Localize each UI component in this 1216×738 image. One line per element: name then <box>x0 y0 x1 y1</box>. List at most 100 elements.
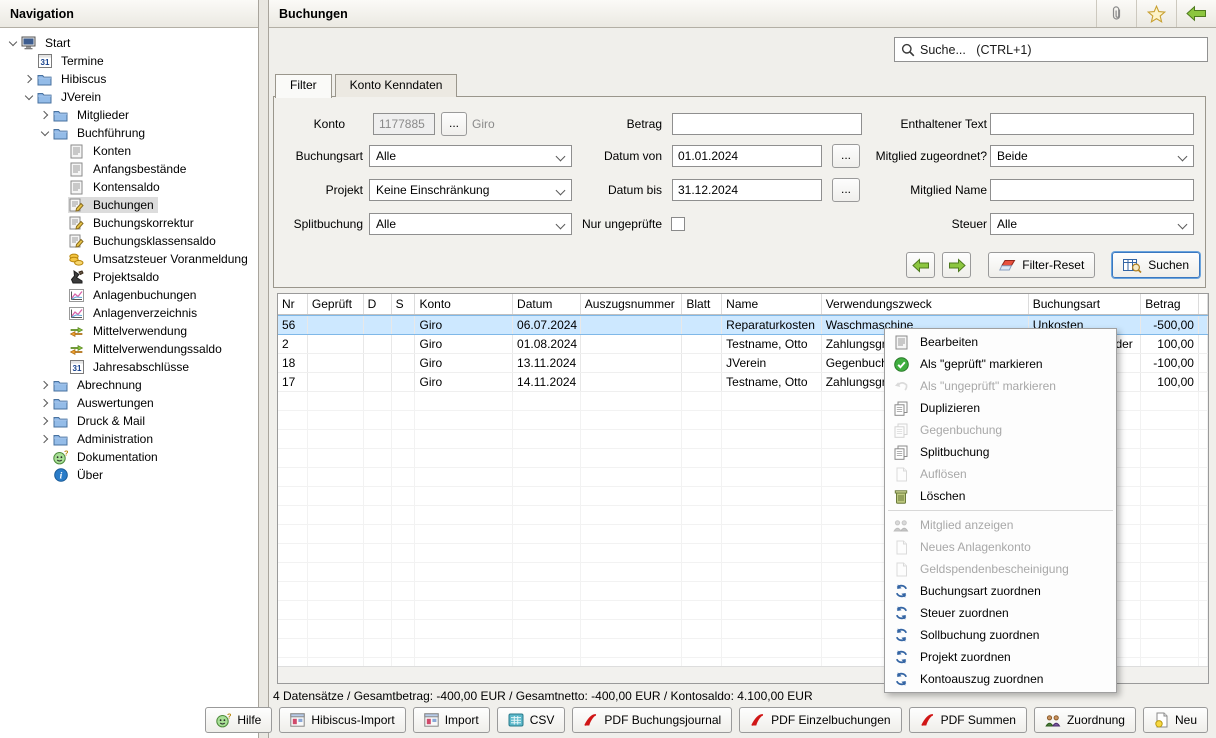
mitglied-zugeordnet-select[interactable]: Beide <box>990 145 1194 167</box>
eraser-icon <box>999 259 1016 272</box>
tab-konto-kenndaten[interactable]: Konto Kenndaten <box>335 74 458 97</box>
sidebar-item-buchungen[interactable]: Buchungen <box>0 196 258 214</box>
expander-icon[interactable] <box>38 126 52 140</box>
cell-konto: Giro <box>415 373 513 391</box>
sidebar-item-mittelverwendung[interactable]: Mittelverwendung <box>0 322 258 340</box>
column-header-name[interactable]: Name <box>722 294 822 314</box>
column-header-auszugsnummer[interactable]: Auszugsnummer <box>581 294 683 314</box>
csv-button[interactable]: CSV <box>497 707 566 733</box>
sidebar-item-mitglieder[interactable]: Mitglieder <box>0 106 258 124</box>
sidebar-item-jverein[interactable]: JVerein <box>0 88 258 106</box>
pdf-buchungsjournal-button[interactable]: PDF Buchungsjournal <box>572 707 732 733</box>
datum-bis-field[interactable]: 31.12.2024 <box>672 179 822 201</box>
column-header-datum[interactable]: Datum <box>513 294 581 314</box>
suchen-button[interactable]: Suchen <box>1112 252 1200 278</box>
filter-reset-button[interactable]: Filter-Reset <box>988 252 1095 278</box>
menu-item-label: Neues Anlagenkonto <box>920 540 1031 554</box>
sidebar-item-start[interactable]: Start <box>0 34 258 52</box>
menu-item-buchungsart-zuordnen[interactable]: Buchungsart zuordnen <box>885 580 1116 602</box>
menu-item-projekt-zuordnen[interactable]: Projekt zuordnen <box>885 646 1116 668</box>
pdf-summen-button[interactable]: PDF Summen <box>909 707 1027 733</box>
sidebar-item-ueber[interactable]: i Über <box>0 466 258 484</box>
menu-item-bearbeiten[interactable]: Bearbeiten <box>885 331 1116 353</box>
column-header-nr[interactable]: Nr <box>278 294 308 314</box>
previous-page-button[interactable] <box>906 252 935 278</box>
hibiscus-import-button[interactable]: Hibiscus-Import <box>279 707 405 733</box>
expander-icon[interactable] <box>22 72 36 86</box>
import-button[interactable]: Import <box>413 707 490 733</box>
next-page-button[interactable] <box>942 252 971 278</box>
cell-nr: 2 <box>278 335 308 353</box>
sidebar-item-kontensaldo[interactable]: Kontensaldo <box>0 178 258 196</box>
sidebar-item-buchfuehrung[interactable]: Buchführung <box>0 124 258 142</box>
tab-filter[interactable]: Filter <box>275 74 332 98</box>
column-header-geprueft[interactable]: Geprüft <box>308 294 364 314</box>
sidebar-item-buchungskorrektur[interactable]: Buchungskorrektur <box>0 214 258 232</box>
betrag-field[interactable] <box>672 113 862 135</box>
cell-geprueft <box>308 506 364 524</box>
cell-name: Reparaturkosten <box>722 316 822 334</box>
neu-button[interactable]: Neu <box>1143 707 1208 733</box>
menu-item-als-geprueft-markieren[interactable]: Als "geprüft" markieren <box>885 353 1116 375</box>
sidebar-item-mittelverwendungssaldo[interactable]: Mittelverwendungssaldo <box>0 340 258 358</box>
sidebar-item-buchungsklassensaldo[interactable]: Buchungsklassensaldo <box>0 232 258 250</box>
menu-item-loeschen[interactable]: Löschen <box>885 485 1116 507</box>
enthaltener-text-field[interactable] <box>990 113 1194 135</box>
cell-nr <box>278 601 308 619</box>
sidebar-item-konten[interactable]: Konten <box>0 142 258 160</box>
menu-item-steuer-zuordnen[interactable]: Steuer zuordnen <box>885 602 1116 624</box>
datum-von-field[interactable]: 01.01.2024 <box>672 145 822 167</box>
search-input[interactable] <box>920 43 1201 57</box>
menu-item-kontoauszug-zuordnen[interactable]: Kontoauszug zuordnen <box>885 668 1116 690</box>
computer-icon <box>20 35 37 51</box>
column-header-blatt[interactable]: Blatt <box>682 294 722 314</box>
sidebar-item-administration[interactable]: Administration <box>0 430 258 448</box>
favorite-button[interactable] <box>1136 0 1176 27</box>
buchungsart-select[interactable]: Alle <box>369 145 572 167</box>
steuer-select[interactable]: Alle <box>990 213 1194 235</box>
expander-icon[interactable] <box>38 414 52 428</box>
sidebar-item-anlagenbuchungen[interactable]: Anlagenbuchungen <box>0 286 258 304</box>
projekt-select[interactable]: Keine Einschränkung <box>369 179 572 201</box>
sidebar-item-anfangsbestaende[interactable]: Anfangsbestände <box>0 160 258 178</box>
attachment-button[interactable] <box>1096 0 1136 27</box>
sidebar-item-abrechnung[interactable]: Abrechnung <box>0 376 258 394</box>
hilfe-button[interactable]: ? Hilfe <box>205 707 272 733</box>
column-header-verwendungszweck[interactable]: Verwendungszweck <box>822 294 1029 314</box>
sidebar-item-dokumentation[interactable]: ? Dokumentation <box>0 448 258 466</box>
expander-icon[interactable] <box>6 36 20 50</box>
sidebar-item-druck-mail[interactable]: Druck & Mail <box>0 412 258 430</box>
column-header-konto[interactable]: Konto <box>415 294 513 314</box>
column-header-betrag[interactable]: Betrag <box>1141 294 1199 314</box>
menu-item-sollbuchung-zuordnen[interactable]: Sollbuchung zuordnen <box>885 624 1116 646</box>
sidebar-item-label: Dokumentation <box>73 449 162 465</box>
expander-icon[interactable] <box>38 432 52 446</box>
sidebar-item-projektsaldo[interactable]: Projektsaldo <box>0 268 258 286</box>
sidebar-item-hibiscus[interactable]: Hibiscus <box>0 70 258 88</box>
back-button[interactable] <box>1176 0 1216 27</box>
konto-browse-button[interactable]: ... <box>441 112 467 136</box>
expander-icon <box>22 54 36 68</box>
sidebar-item-umsatzsteuer-voranmeldung[interactable]: Umsatzsteuer Voranmeldung <box>0 250 258 268</box>
mitglied-name-field[interactable] <box>990 179 1194 201</box>
splitbuchung-select[interactable]: Alle <box>369 213 572 235</box>
menu-item-splitbuchung[interactable]: Splitbuchung <box>885 441 1116 463</box>
sidebar-item-auswertungen[interactable]: Auswertungen <box>0 394 258 412</box>
column-header-d[interactable]: D <box>364 294 392 314</box>
trash-icon <box>892 488 910 504</box>
pdf-einzelbuchungen-button[interactable]: PDF Einzelbuchungen <box>739 707 901 733</box>
expander-icon[interactable] <box>38 108 52 122</box>
sidebar-item-termine[interactable]: 31 Termine <box>0 52 258 70</box>
expander-icon[interactable] <box>22 90 36 104</box>
expander-icon[interactable] <box>38 396 52 410</box>
sidebar-item-anlagenverzeichnis[interactable]: Anlagenverzeichnis <box>0 304 258 322</box>
zuordnung-button[interactable]: Zuordnung <box>1034 707 1136 733</box>
menu-item-duplizieren[interactable]: Duplizieren <box>885 397 1116 419</box>
column-header-s[interactable]: S <box>392 294 416 314</box>
search-box[interactable] <box>894 37 1208 62</box>
nur-ungepruefte-checkbox[interactable] <box>671 217 685 231</box>
sidebar-item-jahresabschluesse[interactable]: 31 Jahresabschlüsse <box>0 358 258 376</box>
page-icon <box>892 466 910 482</box>
expander-icon[interactable] <box>38 378 52 392</box>
column-header-buchungsart[interactable]: Buchungsart <box>1029 294 1141 314</box>
